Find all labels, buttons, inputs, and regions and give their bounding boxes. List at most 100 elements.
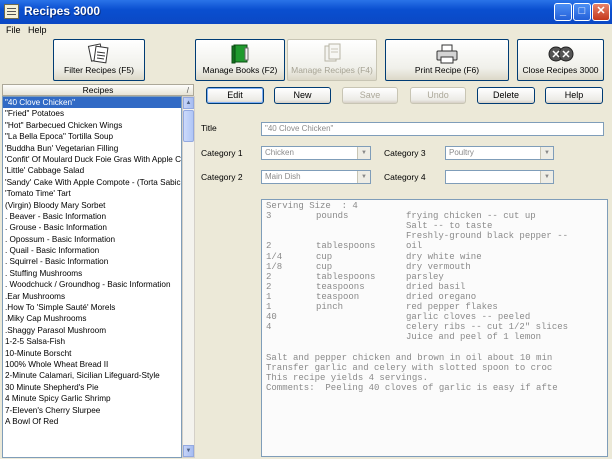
list-item[interactable]: 'Confit' Of Moulard Duck Foie Gras With …: [3, 154, 181, 165]
close-recipes-button[interactable]: Close Recipes 3000: [517, 39, 604, 81]
scroll-thumb[interactable]: [183, 110, 194, 142]
chevron-down-icon[interactable]: ▼: [540, 171, 553, 183]
ingredient-desc: dried basil: [406, 281, 466, 292]
manage-recipes-label: Manage Recipes (F4): [291, 65, 373, 75]
category2-value: Main Dish: [265, 172, 301, 181]
list-item[interactable]: .Miky Cap Mushrooms: [3, 313, 181, 324]
list-item[interactable]: . Stuffing Mushrooms: [3, 268, 181, 279]
ingredient-unit: pinch: [316, 302, 344, 312]
category2-select[interactable]: Main Dish ▼: [261, 170, 371, 184]
ingredient-qty: 3: [266, 211, 272, 222]
ingredient-desc: frying chicken -- cut up: [406, 211, 536, 222]
ingredient-unit: tablespoons: [316, 241, 376, 252]
ingredient-unit: cup: [316, 261, 333, 272]
ingredient-desc: dry vermouth: [406, 261, 471, 272]
list-item[interactable]: 'Sandy' Cake With Apple Compote - (Torta…: [3, 177, 181, 188]
scroll-up-icon[interactable]: ▲: [183, 97, 194, 109]
category3-value: Poultry: [449, 148, 474, 157]
list-item[interactable]: . Beaver - Basic Information: [3, 211, 181, 222]
close-x-icon: [548, 46, 573, 62]
list-item[interactable]: 1-2-5 Salsa-Fish: [3, 336, 181, 347]
title-bar[interactable]: Recipes 3000 _ □ ✕: [0, 0, 612, 24]
list-item[interactable]: .Ear Mushrooms: [3, 291, 181, 302]
toolbar: Filter Recipes (F5) Manage Books (F2) Ma…: [0, 38, 612, 86]
list-item[interactable]: "La Bella Epoca" Tortilla Soup: [3, 131, 181, 142]
list-item[interactable]: . Quail - Basic Information: [3, 245, 181, 256]
green-book-icon: [231, 44, 249, 64]
printer-icon: [436, 44, 458, 64]
list-item[interactable]: 7-Eleven's Cherry Slurpee: [3, 405, 181, 416]
sort-indicator-icon: /: [186, 86, 189, 95]
recipe-text-area[interactable]: Serving Size : 4 3 pounds frying chicken -…: [261, 199, 608, 457]
help-button[interactable]: Help: [545, 87, 603, 104]
list-item[interactable]: "Fried" Potatoes: [3, 108, 181, 119]
direction-line: Salt and pepper chicken and brown in oil…: [266, 352, 553, 363]
list-item[interactable]: .Shaggy Parasol Mushroom: [3, 325, 181, 336]
chevron-down-icon[interactable]: ▼: [357, 171, 370, 183]
undo-button[interactable]: Undo: [410, 87, 466, 104]
window-title: Recipes 3000: [24, 4, 101, 18]
list-item[interactable]: .How To 'Simple Sauté' Morels: [3, 302, 181, 313]
list-item[interactable]: A Bowl Of Red: [3, 416, 181, 427]
recipe-book-icon: [4, 4, 19, 19]
manage-recipes-button[interactable]: Manage Recipes (F4): [287, 39, 377, 81]
list-item[interactable]: 100% Whole Wheat Bread II: [3, 359, 181, 370]
ingredient-desc: garlic cloves -- peeled: [406, 312, 531, 323]
category1-value: Chicken: [265, 148, 294, 157]
category4-select[interactable]: ▼: [445, 170, 554, 184]
list-item[interactable]: (Virgin) Bloody Mary Sorbet: [3, 200, 181, 211]
category4-label: Category 4: [384, 172, 426, 182]
list-item[interactable]: "Hot" Barbecued Chicken Wings: [3, 120, 181, 131]
list-item[interactable]: 30 Minute Shepherd's Pie: [3, 382, 181, 393]
category2-label: Category 2: [201, 172, 243, 182]
list-item[interactable]: . Squirrel - Basic Information: [3, 256, 181, 267]
list-item[interactable]: . Woodchuck / Groundhog - Basic Informat…: [3, 279, 181, 290]
menu-file[interactable]: File: [6, 25, 21, 35]
manage-books-button[interactable]: Manage Books (F2): [195, 39, 285, 81]
list-item[interactable]: 'Little' Cabbage Salad: [3, 165, 181, 176]
chevron-down-icon[interactable]: ▼: [540, 147, 553, 159]
ingredient-unit: tablespoons: [316, 271, 376, 282]
ingredient-qty: 2: [266, 281, 272, 292]
direction-line: Transfer garlic and celery with slotted …: [266, 362, 553, 373]
list-item[interactable]: 'Buddha Bun' Vegetarian Filling: [3, 143, 181, 154]
delete-button[interactable]: Delete: [477, 87, 535, 104]
scroll-down-icon[interactable]: ▼: [183, 445, 194, 457]
ingredient-unit: teaspoon: [316, 291, 360, 302]
menu-help[interactable]: Help: [28, 25, 47, 35]
title-field[interactable]: "40 Clove Chicken": [261, 122, 604, 136]
filter-documents-icon: [87, 43, 109, 64]
ingredient-qty: 2: [266, 271, 272, 282]
list-item[interactable]: 4 Minute Spicy Garlic Shrimp: [3, 393, 181, 404]
category3-select[interactable]: Poultry ▼: [445, 146, 554, 160]
list-item[interactable]: 10-Minute Borscht: [3, 348, 181, 359]
print-recipe-button[interactable]: Print Recipe (F6): [385, 39, 509, 81]
chevron-down-icon[interactable]: ▼: [357, 147, 370, 159]
category1-select[interactable]: Chicken ▼: [261, 146, 371, 160]
minimize-button[interactable]: _: [554, 3, 572, 21]
ingredient-desc: Juice and peel of 1 lemon: [406, 332, 542, 343]
ingredient-qty: 1: [266, 291, 272, 302]
recipes-column-header[interactable]: Recipes /: [2, 84, 194, 96]
ingredient-unit: pounds: [316, 211, 349, 222]
list-item[interactable]: 2-Minute Calamari, Sicilian Lifeguard-St…: [3, 370, 181, 381]
ingredient-unit: cup: [316, 251, 333, 262]
recipe-list[interactable]: "40 Clove Chicken" "Fried" Potatoes "Hot" …: [2, 96, 182, 458]
save-button[interactable]: Save: [342, 87, 398, 104]
edit-button[interactable]: Edit: [206, 87, 264, 104]
list-item[interactable]: . Opossum - Basic Information: [3, 234, 181, 245]
list-item[interactable]: "40 Clove Chicken": [3, 97, 181, 109]
list-item[interactable]: . Grouse - Basic Information: [3, 222, 181, 233]
ingredient-desc: Freshly-ground black pepper --: [406, 231, 569, 242]
close-window-button[interactable]: ✕: [592, 3, 610, 21]
ingredient-qty: 1: [266, 302, 272, 312]
recipe-list-pane: Recipes / "40 Clove Chicken" "Fried" Pota…: [2, 84, 196, 459]
list-item[interactable]: 'Tomato Time' Tart: [3, 188, 181, 199]
new-button[interactable]: New: [274, 87, 331, 104]
ingredient-desc: celery ribs -- cut 1/2" slices: [406, 322, 569, 333]
recipe-list-scrollbar[interactable]: ▲ ▼: [182, 96, 195, 458]
ingredient-qty: 4: [266, 322, 272, 333]
serving-size: Serving Size : 4: [266, 201, 358, 211]
maximize-button[interactable]: □: [573, 3, 591, 21]
filter-recipes-button[interactable]: Filter Recipes (F5): [53, 39, 145, 81]
